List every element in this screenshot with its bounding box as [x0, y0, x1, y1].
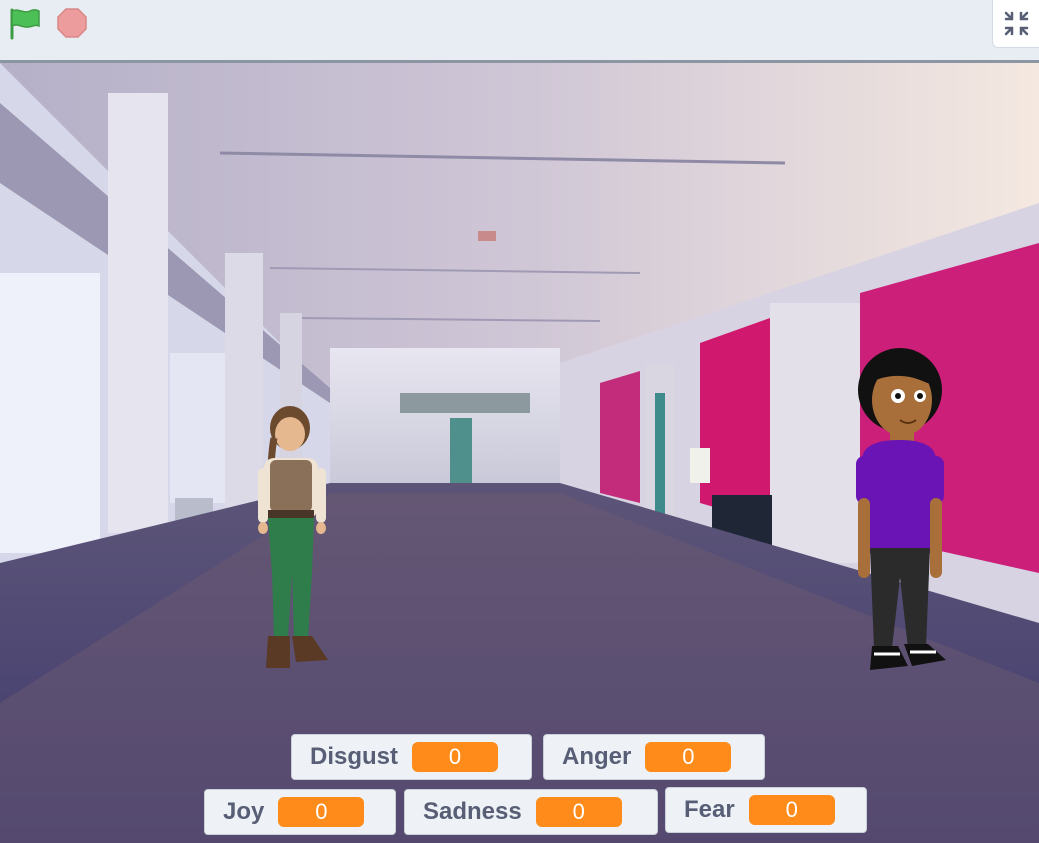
monitor-value: 0 [645, 742, 732, 772]
monitor-joy[interactable]: Joy 0 [204, 789, 396, 835]
monitor-value: 0 [412, 742, 499, 772]
monitor-fear[interactable]: Fear 0 [665, 787, 867, 833]
stop-button[interactable] [55, 6, 89, 40]
stop-sign-icon [57, 8, 87, 38]
stage-header [0, 0, 1039, 56]
monitor-sadness[interactable]: Sadness 0 [404, 789, 658, 835]
monitor-label: Fear [684, 796, 735, 823]
monitor-anger[interactable]: Anger 0 [543, 734, 765, 780]
monitor-disgust[interactable]: Disgust 0 [291, 734, 532, 780]
monitor-label: Joy [223, 798, 265, 825]
monitor-label: Anger [562, 743, 632, 770]
monitor-value: 0 [535, 797, 622, 827]
girl-with-braid-sprite[interactable] [250, 398, 335, 673]
monitor-label: Disgust [310, 743, 399, 770]
monitor-label: Sadness [423, 798, 522, 825]
girl-purple-shirt-sprite[interactable] [850, 348, 950, 683]
monitor-value: 0 [278, 797, 365, 827]
fullscreen-exit-icon [1004, 11, 1029, 36]
green-flag-button[interactable] [6, 6, 42, 40]
stage[interactable]: Disgust 0 Anger 0 Joy 0 Sadness 0 Fear 0 [0, 60, 1039, 843]
monitor-value: 0 [748, 795, 835, 825]
green-flag-icon [10, 8, 40, 40]
exit-fullscreen-button[interactable] [992, 0, 1039, 48]
